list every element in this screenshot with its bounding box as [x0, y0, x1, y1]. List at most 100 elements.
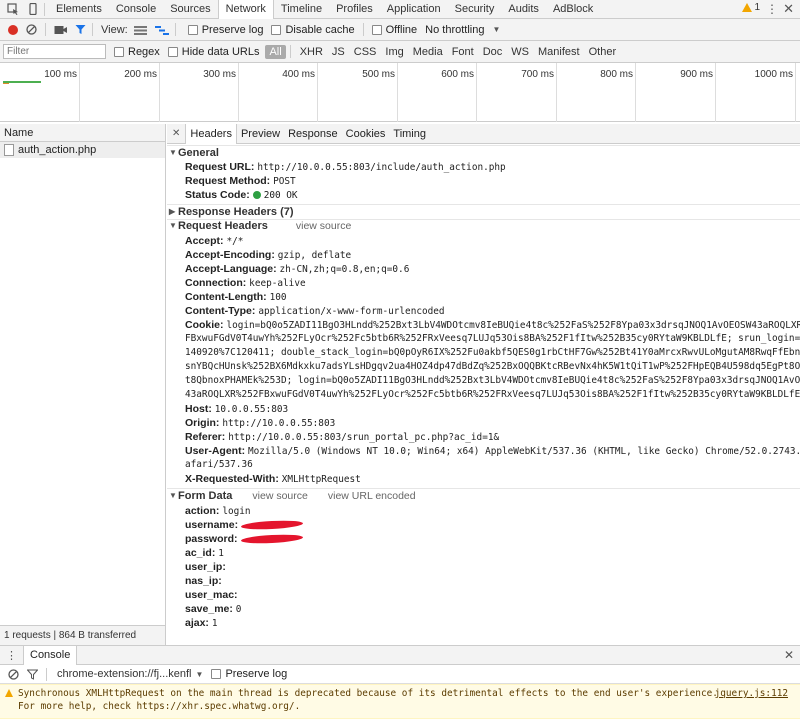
- form-value: login: [222, 506, 251, 517]
- tab-profiles[interactable]: Profiles: [329, 0, 380, 18]
- header-key: Referer:: [185, 431, 226, 443]
- console-filter-icon[interactable]: [27, 669, 38, 680]
- response-headers-section-header[interactable]: ▶ Response Headers (7): [167, 205, 800, 219]
- drawer-menu-icon[interactable]: ⋮: [6, 649, 17, 662]
- tab-timeline[interactable]: Timeline: [274, 0, 329, 18]
- timeline-overview[interactable]: 100 ms 200 ms 300 ms 400 ms 500 ms 600 m…: [0, 63, 800, 122]
- inspect-element-icon[interactable]: [6, 2, 20, 16]
- offline-checkbox[interactable]: [371, 24, 382, 35]
- tab-headers[interactable]: Headers: [185, 124, 237, 144]
- detail-tabs: ✕ Headers Preview Response Cookies Timin…: [167, 124, 800, 144]
- filter-type-xhr[interactable]: XHR: [296, 46, 327, 58]
- filter-type-css[interactable]: CSS: [350, 46, 381, 58]
- tab-audits[interactable]: Audits: [501, 0, 546, 18]
- record-icon[interactable]: [8, 24, 18, 35]
- filter-type-other[interactable]: Other: [585, 46, 621, 58]
- general-section-header[interactable]: ▼ General: [167, 146, 800, 160]
- context-value: chrome-extension://fj...kenfl: [57, 668, 192, 680]
- device-toolbar-icon[interactable]: [26, 2, 40, 16]
- source-link[interactable]: jquery.js:112: [715, 688, 788, 699]
- close-drawer-icon[interactable]: ✕: [784, 648, 794, 662]
- tab-application[interactable]: Application: [380, 0, 448, 18]
- timeline-tick: 200 ms: [80, 63, 160, 122]
- divider: [44, 2, 45, 16]
- form-row: nas_ip:: [185, 574, 222, 588]
- filter-input[interactable]: [3, 44, 106, 59]
- expand-triangle-icon: ▼: [169, 221, 177, 230]
- header-value: application/x-www-form-urlencoded: [258, 306, 445, 317]
- throttling-value: No throttling: [425, 23, 485, 36]
- throttling-select[interactable]: No throttling ▼: [425, 24, 500, 36]
- filter-type-ws[interactable]: WS: [507, 46, 533, 58]
- form-row: action: login: [185, 504, 251, 518]
- hide-data-urls-checkbox[interactable]: [167, 46, 178, 57]
- warning-count: 1: [754, 2, 760, 13]
- context-select[interactable]: chrome-extension://fj...kenfl ▼: [57, 668, 203, 680]
- filter-type-font[interactable]: Font: [448, 46, 478, 58]
- divider: [46, 667, 47, 681]
- tab-network[interactable]: Network: [217, 0, 274, 19]
- filter-type-img[interactable]: Img: [381, 46, 407, 58]
- tab-cookies[interactable]: Cookies: [342, 124, 390, 144]
- header-row: Accept-Encoding: gzip, deflate: [185, 248, 351, 262]
- cookie-value-line: 140920%7C120411; double_stack_login=bQ0p…: [185, 347, 800, 358]
- large-rows-icon[interactable]: [133, 25, 147, 35]
- clear-console-icon[interactable]: [8, 668, 19, 680]
- timeline-tick: 600 ms: [398, 63, 477, 122]
- general-title: General: [178, 147, 219, 159]
- filter-type-doc[interactable]: Doc: [479, 46, 507, 58]
- header-row: Host: 10.0.0.55:803: [185, 402, 288, 416]
- close-devtools-icon[interactable]: ✕: [783, 1, 794, 17]
- form-key: username:: [185, 519, 239, 531]
- view-source-link[interactable]: view source: [252, 489, 307, 503]
- warning-icon: [742, 3, 753, 12]
- view-label: View:: [101, 23, 128, 36]
- tab-adblock[interactable]: AdBlock: [546, 0, 600, 18]
- tab-timing[interactable]: Timing: [389, 124, 430, 144]
- warning-text[interactable]: For more help, check https://xhr.spec.wh…: [18, 701, 300, 712]
- more-options-icon[interactable]: ⋮: [766, 2, 778, 16]
- tab-console-drawer[interactable]: Console: [23, 645, 78, 665]
- timeline-tick: 100 ms: [0, 63, 80, 122]
- header-value: POST: [273, 176, 296, 187]
- filter-icon[interactable]: [75, 24, 86, 35]
- name-column-header[interactable]: Name: [0, 124, 165, 142]
- cookie-value-line: snYBQcHUnsk%252BX6Mdkxku7adsYLsHDgqv2ua4…: [185, 361, 800, 372]
- regex-checkbox[interactable]: [114, 46, 124, 57]
- disable-cache-checkbox[interactable]: [271, 24, 282, 35]
- preserve-log-checkbox[interactable]: [187, 24, 198, 35]
- form-data-section-header[interactable]: ▼ Form Data view source view URL encoded: [167, 489, 800, 503]
- filter-type-js[interactable]: JS: [328, 46, 349, 58]
- header-row: Connection: keep-alive: [185, 276, 306, 290]
- form-row: save_me: 0: [185, 602, 241, 616]
- tab-response[interactable]: Response: [284, 124, 342, 144]
- divider: [289, 45, 291, 58]
- header-value: gzip, deflate: [277, 250, 352, 261]
- header-value: 200 OK: [263, 190, 298, 201]
- form-value: 1: [218, 548, 224, 559]
- clear-icon[interactable]: [26, 24, 37, 35]
- tab-elements[interactable]: Elements: [49, 0, 109, 18]
- warning-counter[interactable]: 1: [742, 2, 760, 13]
- console-preserve-log-label: Preserve log: [225, 668, 288, 680]
- tab-console[interactable]: Console: [109, 0, 163, 18]
- tab-preview[interactable]: Preview: [237, 124, 284, 144]
- filter-type-media[interactable]: Media: [409, 46, 447, 58]
- form-value: 0: [235, 604, 242, 615]
- console-preserve-log-checkbox[interactable]: [211, 669, 222, 679]
- view-url-encoded-link[interactable]: view URL encoded: [328, 489, 416, 503]
- tab-sources[interactable]: Sources: [163, 0, 217, 18]
- close-detail-icon[interactable]: ✕: [167, 128, 185, 139]
- form-row: password:: [185, 532, 303, 546]
- filter-type-manifest[interactable]: Manifest: [534, 46, 584, 58]
- capture-screenshots-icon[interactable]: [54, 25, 67, 35]
- request-headers-section-header[interactable]: ▼ Request Headers view source: [167, 219, 800, 233]
- request-row[interactable]: auth_action.php: [0, 142, 165, 158]
- tab-security[interactable]: Security: [448, 0, 502, 18]
- preserve-log-label: Preserve log: [201, 23, 264, 36]
- view-source-link[interactable]: view source: [296, 219, 351, 233]
- header-value: 10.0.0.55:803: [214, 404, 289, 415]
- header-row: Referer: http://10.0.0.55:803/srun_porta…: [185, 430, 499, 444]
- overview-icon[interactable]: [154, 25, 169, 35]
- filter-type-all[interactable]: All: [265, 44, 286, 59]
